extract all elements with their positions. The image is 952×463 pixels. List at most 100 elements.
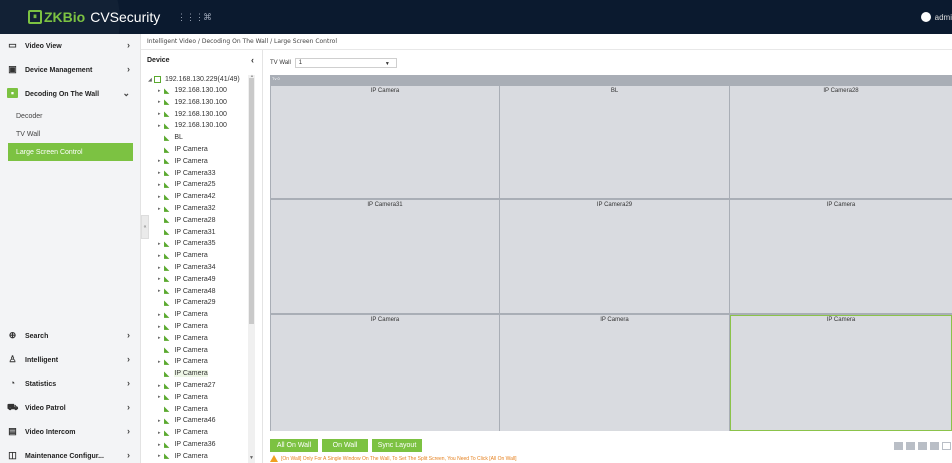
- scroll-up-icon[interactable]: ▲: [250, 73, 254, 78]
- tree-node[interactable]: ▸ ◣ IP Camera48: [158, 286, 216, 297]
- sidebar-subitem-label: TV Wall: [16, 130, 41, 138]
- tree-node[interactable]: ◣ IP Camera: [158, 368, 208, 379]
- collapse-panel-icon[interactable]: ‹: [251, 55, 254, 65]
- wall-screen[interactable]: IP Camera31: [271, 200, 499, 313]
- tree-node[interactable]: ◣ IP Camera31: [158, 227, 216, 238]
- tree-node[interactable]: ▸ ◣ IP Camera: [158, 427, 208, 438]
- sidebar-subitem-tv-wall[interactable]: TV Wall: [0, 125, 141, 143]
- chevron-down-icon: ⌄: [122, 88, 130, 98]
- on-wall-button[interactable]: On Wall: [322, 439, 368, 452]
- tree-node-label: IP Camera: [174, 146, 208, 153]
- sidebar-item-intelligent[interactable]: ♙ Intelligent ›: [0, 348, 141, 372]
- camera-icon: ◣: [164, 229, 170, 237]
- tree-node[interactable]: ◣ IP Camera: [158, 144, 208, 155]
- camera-icon: ◣: [164, 134, 170, 142]
- camera-icon: ◣: [164, 370, 170, 378]
- layout-2x2-icon[interactable]: [906, 442, 915, 450]
- tree-node[interactable]: ▸ ◣ IP Camera42: [158, 191, 216, 202]
- wall-screen[interactable]: IP Camera: [730, 315, 952, 431]
- tree-node[interactable]: ▸ ◣ 192.168.130.100: [158, 120, 227, 131]
- tree-node[interactable]: ▸ ◣ IP Camera: [158, 356, 208, 367]
- tree-node[interactable]: ▸ ◣ IP Camera32: [158, 203, 216, 214]
- sidebar-item-maintenance[interactable]: ◫ Maintenance Configur... ›: [0, 444, 141, 463]
- tree-node[interactable]: ▸ ◣ 192.168.130.100: [158, 109, 227, 120]
- tree-node[interactable]: ◣ IP Camera29: [158, 297, 216, 308]
- tree-node[interactable]: ▸ ◣ IP Camera: [158, 321, 208, 332]
- tree-node[interactable]: ▸ ◣ IP Camera: [158, 451, 208, 462]
- sidebar-item-device-management[interactable]: ▣ Device Management ›: [0, 58, 141, 82]
- tree-node[interactable]: ◣ IP Camera: [158, 345, 208, 356]
- tree-node[interactable]: ▸ ◣ IP Camera27: [158, 380, 216, 391]
- tree-node[interactable]: ▸ ◣ IP Camera: [158, 250, 208, 261]
- tree-node[interactable]: ▸ ◣ IP Camera35: [158, 238, 216, 249]
- tree-node[interactable]: ▸ ◣ 192.168.130.100: [158, 97, 227, 108]
- layout-1plus5-icon[interactable]: [918, 442, 927, 450]
- sidebar-collapse-handle[interactable]: «: [141, 215, 149, 239]
- wall-screen[interactable]: BL: [500, 86, 729, 198]
- screen-camera-title: IP Camera: [826, 202, 856, 208]
- tree-node-label: IP Camera: [174, 323, 208, 330]
- tree-node[interactable]: ▸ ◣ 192.168.130.100: [158, 85, 227, 96]
- chevron-right-icon: ›: [127, 64, 130, 74]
- sidebar-item-search[interactable]: ⊕ Search ›: [0, 324, 141, 348]
- tree-node[interactable]: ▸ ◣ IP Camera: [158, 309, 208, 320]
- maintenance-icon: ◫: [8, 450, 17, 460]
- tree-node[interactable]: ▸ ◣ IP Camera34: [158, 262, 216, 273]
- sidebar-item-statistics[interactable]: ◔ Statistics ›: [0, 372, 141, 396]
- scroll-down-icon[interactable]: ▼: [249, 455, 254, 461]
- screen-camera-title: IP Camera: [370, 88, 400, 94]
- sidebar-subitem-large-screen-control[interactable]: Large Screen Control: [8, 143, 133, 161]
- sidebar-item-label: Search: [25, 332, 49, 340]
- chevron-right-icon: ›: [127, 378, 130, 388]
- sidebar-item-decoding-on-the-wall[interactable]: ▪ Decoding On The Wall ⌄: [0, 82, 141, 106]
- scrollbar-thumb[interactable]: [249, 78, 254, 324]
- user-menu[interactable]: admi: [920, 12, 952, 22]
- wall-screen[interactable]: IP Camera: [500, 315, 729, 431]
- tree-node[interactable]: ◣ IP Camera: [158, 404, 208, 415]
- sidebar-item-video-view[interactable]: ▭ Video View ›: [0, 34, 141, 58]
- tree-node[interactable]: ▸ ◣ IP Camera36: [158, 439, 216, 450]
- app-logo[interactable]: ⏸ ZKBio CVSecurity: [28, 9, 160, 25]
- all-on-wall-button[interactable]: All On Wall: [270, 439, 318, 452]
- camera-icon: ◣: [164, 240, 170, 248]
- wall-screen[interactable]: IP Camera: [271, 86, 499, 198]
- tree-node-label: IP Camera: [174, 370, 208, 378]
- layout-1x1-icon[interactable]: [894, 442, 903, 450]
- on-wall-notice: [On Wall] Only For A Single Window On Th…: [270, 455, 517, 462]
- tree-node[interactable]: ◣ IP Camera28: [158, 215, 216, 226]
- wall-screen[interactable]: IP Camera29: [500, 200, 729, 313]
- tree-scrollbar[interactable]: [248, 75, 255, 463]
- sidebar-item-video-intercom[interactable]: ▤ Video Intercom ›: [0, 420, 141, 444]
- tree-node-label: IP Camera25: [174, 181, 216, 189]
- tree-node[interactable]: ▸ ◣ IP Camera: [158, 156, 208, 167]
- tree-node-label: IP Camera49: [174, 275, 216, 283]
- sidebar-subitem-decoder[interactable]: Decoder: [0, 107, 141, 125]
- tree-node-label: 192.168.130.229(41/49): [165, 76, 240, 83]
- video-view-icon: ▭: [8, 40, 17, 50]
- video-wall: Tv 0 IP Camera BL IP Camera28 IP Camera31 IP…: [270, 75, 952, 431]
- sync-layout-button[interactable]: Sync Layout: [372, 439, 422, 452]
- apps-grid-icon[interactable]: ⋮⋮⋮: [177, 12, 204, 23]
- wall-screen[interactable]: IP Camera: [271, 315, 499, 431]
- tree-node[interactable]: ▸ ◣ IP Camera49: [158, 274, 216, 285]
- device-tree-header: Device ‹: [141, 50, 262, 70]
- wall-screen[interactable]: IP Camera28: [730, 86, 952, 198]
- command-icon[interactable]: ⌘: [203, 12, 212, 23]
- layout-custom-icon[interactable]: [942, 442, 951, 450]
- tv-wall-dropdown[interactable]: 1 ▼: [294, 58, 397, 68]
- tree-node[interactable]: ▸ ◣ IP Camera: [158, 333, 208, 344]
- sidebar-item-label: Device Management: [25, 66, 93, 74]
- tree-node[interactable]: ◣ BL: [158, 132, 183, 143]
- tree-node[interactable]: ▸ ◣ IP Camera: [158, 392, 208, 403]
- wall-screen[interactable]: IP Camera: [730, 200, 952, 313]
- camera-icon: ◣: [164, 406, 170, 414]
- tree-node-label: IP Camera35: [174, 240, 216, 248]
- sidebar-item-video-patrol[interactable]: ⛟ Video Patrol ›: [0, 396, 141, 420]
- tree-node-label: IP Camera: [174, 311, 208, 319]
- layout-3x3-icon[interactable]: [930, 442, 939, 450]
- tree-node[interactable]: ▸ ◣ IP Camera25: [158, 179, 216, 190]
- tree-root-node[interactable]: ◢ 192.168.130.229(41/49): [148, 74, 240, 85]
- tree-node[interactable]: ▸ ◣ IP Camera46: [158, 415, 216, 426]
- tree-node-label: 192.168.130.100: [174, 98, 227, 106]
- tree-node[interactable]: ▸ ◣ IP Camera33: [158, 168, 216, 179]
